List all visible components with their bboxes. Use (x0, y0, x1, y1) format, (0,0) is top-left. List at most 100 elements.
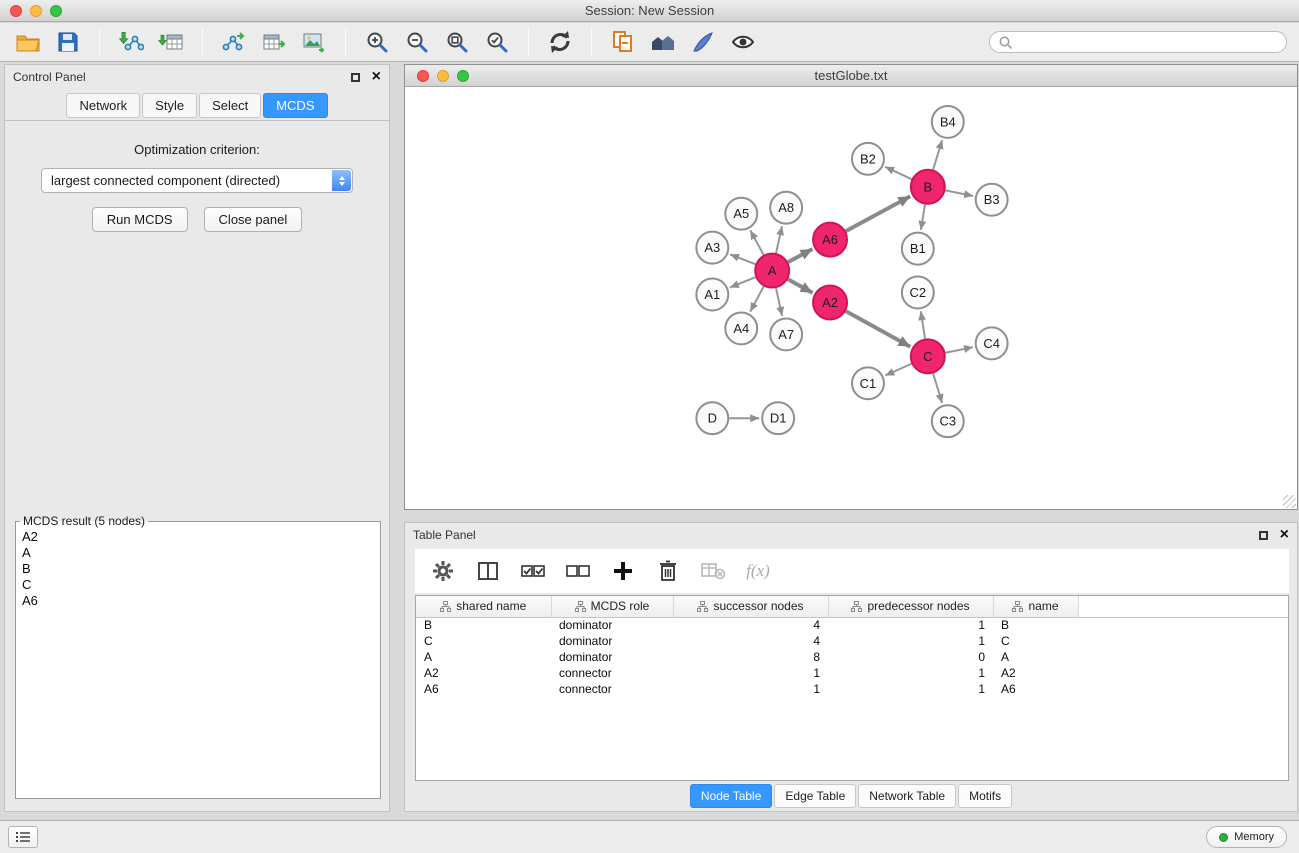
tab-select[interactable]: Select (199, 93, 261, 118)
delete-table-button[interactable] (699, 557, 727, 585)
table-cell[interactable]: A2 (416, 665, 551, 681)
tab-network-table[interactable]: Network Table (858, 784, 956, 808)
float-panel-icon[interactable] (351, 73, 360, 82)
graph-edge-B-B1[interactable] (921, 204, 925, 229)
table-settings-button[interactable] (429, 557, 457, 585)
document-copy-button[interactable] (607, 26, 639, 58)
table-row[interactable]: A2connector11A2 (416, 665, 1288, 681)
close-panel-button[interactable]: Close panel (204, 207, 303, 232)
network-close-button[interactable] (417, 70, 429, 82)
tab-edge-table[interactable]: Edge Table (774, 784, 856, 808)
graph-edge-B-B2[interactable] (885, 167, 911, 179)
table-cell[interactable]: 1 (673, 665, 828, 681)
result-item[interactable]: A6 (16, 593, 380, 609)
add-column-button[interactable] (609, 557, 637, 585)
zoom-fit-button[interactable] (441, 26, 473, 58)
table-cell[interactable]: 1 (828, 633, 993, 649)
graph-edge-C-C3[interactable] (933, 374, 942, 404)
task-history-button[interactable] (8, 826, 38, 848)
column-header-successor-nodes[interactable]: successor nodes (673, 596, 828, 617)
apply-layout-button[interactable] (544, 26, 576, 58)
graph-edge-B-B4[interactable] (933, 140, 942, 170)
table-cell[interactable]: 0 (828, 649, 993, 665)
export-network-button[interactable] (218, 26, 250, 58)
tab-mcds[interactable]: MCDS (263, 93, 327, 118)
search-input[interactable] (1018, 35, 1278, 49)
import-table-button[interactable] (155, 26, 187, 58)
table-cell[interactable]: 1 (828, 681, 993, 697)
table-row[interactable]: Adominator80A (416, 649, 1288, 665)
table-cell[interactable]: dominator (551, 617, 673, 633)
table-cell[interactable]: 8 (673, 649, 828, 665)
import-network-button[interactable] (115, 26, 147, 58)
table-row[interactable]: Bdominator41B (416, 617, 1288, 633)
column-header-name[interactable]: name (993, 596, 1078, 617)
graph-edge-A-A4[interactable] (750, 286, 764, 311)
table-cell[interactable]: dominator (551, 633, 673, 649)
minimize-window-button[interactable] (30, 5, 42, 17)
table-cell[interactable]: A (993, 649, 1078, 665)
graph-edge-A-A6[interactable] (788, 249, 812, 262)
run-mcds-button[interactable]: Run MCDS (92, 207, 188, 232)
deselect-all-rows-button[interactable] (564, 557, 592, 585)
column-header-predecessor-nodes[interactable]: predecessor nodes (828, 596, 993, 617)
network-graph[interactable]: AA1A2A3A4A5A6A7A8BB1B2B3B4CC1C2C3C4DD1 (405, 88, 1297, 509)
export-image-button[interactable] (298, 26, 330, 58)
table-cell[interactable]: 4 (673, 633, 828, 649)
graph-edge-C-C1[interactable] (885, 364, 911, 376)
table-cell[interactable]: 1 (673, 681, 828, 697)
table-cell[interactable]: 1 (828, 617, 993, 633)
table-cell[interactable]: 4 (673, 617, 828, 633)
resize-grip[interactable] (1283, 495, 1296, 508)
graph-edge-C-C2[interactable] (921, 311, 925, 338)
close-window-button[interactable] (10, 5, 22, 17)
network-canvas[interactable]: AA1A2A3A4A5A6A7A8BB1B2B3B4CC1C2C3C4DD1 (405, 88, 1297, 509)
tab-style[interactable]: Style (142, 93, 197, 118)
result-item[interactable]: A (16, 545, 380, 561)
table-cell[interactable]: connector (551, 681, 673, 697)
table-cell[interactable]: A6 (993, 681, 1078, 697)
table-cell[interactable]: dominator (551, 649, 673, 665)
tab-network[interactable]: Network (66, 93, 140, 118)
export-table-button[interactable] (258, 26, 290, 58)
column-header-mcds-role[interactable]: MCDS role (551, 596, 673, 617)
open-session-button[interactable] (12, 26, 44, 58)
graph-edge-A-A1[interactable] (730, 277, 756, 287)
criterion-select[interactable]: largest connected component (directed) (41, 168, 353, 193)
zoom-selected-button[interactable] (481, 26, 513, 58)
graph-edge-B-B3[interactable] (945, 190, 973, 196)
show-graphics-details-button[interactable] (727, 26, 759, 58)
network-zoom-button[interactable] (457, 70, 469, 82)
graph-edge-A-A3[interactable] (730, 254, 755, 264)
show-columns-button[interactable] (474, 557, 502, 585)
table-cell[interactable]: A6 (416, 681, 551, 697)
delete-column-button[interactable] (654, 557, 682, 585)
result-item[interactable]: C (16, 577, 380, 593)
table-cell[interactable]: B (416, 617, 551, 633)
save-session-button[interactable] (52, 26, 84, 58)
table-cell[interactable]: connector (551, 665, 673, 681)
zoom-out-button[interactable] (401, 26, 433, 58)
graph-edge-A-A5[interactable] (750, 230, 763, 254)
table-cell[interactable]: C (416, 633, 551, 649)
zoom-in-button[interactable] (361, 26, 393, 58)
close-panel-icon[interactable]: × (372, 69, 381, 85)
table-cell[interactable]: A2 (993, 665, 1078, 681)
graph-edge-A-A8[interactable] (776, 226, 782, 253)
graph-edge-A-A7[interactable] (776, 288, 782, 316)
close-table-panel-icon[interactable]: × (1280, 527, 1289, 543)
tab-node-table[interactable]: Node Table (690, 784, 773, 808)
table-cell[interactable]: B (993, 617, 1078, 633)
zoom-window-button[interactable] (50, 5, 62, 17)
home-button[interactable] (647, 26, 679, 58)
float-table-panel-icon[interactable] (1259, 531, 1268, 540)
table-cell[interactable]: C (993, 633, 1078, 649)
column-header-shared-name[interactable]: shared name (416, 596, 551, 617)
result-item[interactable]: A2 (16, 529, 380, 545)
memory-button[interactable]: Memory (1206, 826, 1287, 848)
graph-edge-A-A2[interactable] (788, 279, 813, 293)
graph-edge-C-C4[interactable] (945, 347, 973, 353)
table-row[interactable]: A6connector11A6 (416, 681, 1288, 697)
brush-button[interactable] (687, 26, 719, 58)
network-minimize-button[interactable] (437, 70, 449, 82)
